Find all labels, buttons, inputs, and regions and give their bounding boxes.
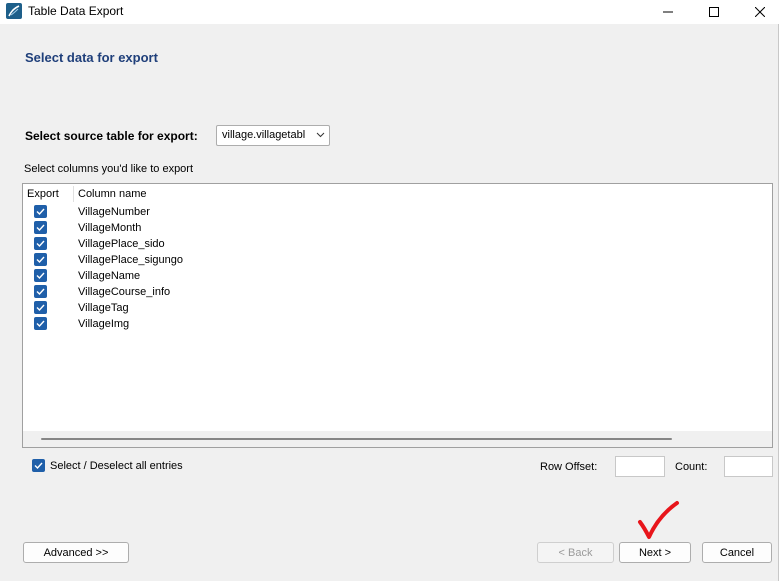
list-item: VillageMonth — [23, 220, 772, 236]
minimize-button[interactable] — [645, 0, 691, 24]
horizontal-scrollbar[interactable] — [23, 431, 772, 447]
checkmark-icon — [34, 462, 43, 470]
column-name: VillageImg — [78, 318, 130, 330]
column-name: VillagePlace_sigungo — [78, 254, 183, 266]
source-table-label: Select source table for export: — [25, 129, 198, 143]
list-item: VillagePlace_sido — [23, 236, 772, 252]
count-label: Count: — [675, 461, 708, 473]
cancel-button[interactable]: Cancel — [702, 542, 772, 563]
advanced-button[interactable]: Advanced >> — [23, 542, 129, 563]
column-name: VillageMonth — [78, 222, 142, 234]
list-header: Export Column name — [23, 184, 772, 204]
header-column-name[interactable]: Column name — [78, 188, 146, 200]
checkmark-icon — [36, 240, 45, 248]
columns-list[interactable]: Export Column name VillageNumber Village… — [22, 183, 773, 448]
count-input[interactable] — [724, 456, 773, 477]
list-item: VillageNumber — [23, 204, 772, 220]
header-separator — [73, 186, 74, 202]
checkmark-icon — [36, 208, 45, 216]
column-name: VillageTag — [78, 302, 129, 314]
export-checkbox[interactable] — [34, 317, 47, 330]
scrollbar-thumb[interactable] — [41, 438, 672, 440]
select-all-label[interactable]: Select / Deselect all entries — [50, 460, 183, 472]
column-name: VillageNumber — [78, 206, 150, 218]
checkmark-icon — [36, 272, 45, 280]
mysql-workbench-icon — [6, 3, 22, 19]
export-checkbox[interactable] — [34, 253, 47, 266]
list-item: VillageName — [23, 268, 772, 284]
close-icon — [755, 7, 765, 17]
checkmark-icon — [36, 304, 45, 312]
row-offset-input[interactable] — [615, 456, 665, 477]
maximize-button[interactable] — [691, 0, 737, 24]
column-name: VillageName — [78, 270, 141, 282]
export-checkbox[interactable] — [34, 237, 47, 250]
list-item: VillageTag — [23, 300, 772, 316]
list-item: VillagePlace_sigungo — [23, 252, 772, 268]
maximize-icon — [709, 7, 719, 17]
export-checkbox[interactable] — [34, 285, 47, 298]
header-export[interactable]: Export — [27, 188, 59, 200]
page-heading: Select data for export — [25, 50, 158, 65]
checkmark-icon — [36, 320, 45, 328]
checkmark-icon — [36, 224, 45, 232]
export-checkbox[interactable] — [34, 301, 47, 314]
next-button[interactable]: Next > — [619, 542, 691, 563]
checkmark-icon — [36, 256, 45, 264]
column-rows: VillageNumber VillageMonth VillagePlace_… — [23, 204, 772, 332]
export-checkbox[interactable] — [34, 205, 47, 218]
window-title: Table Data Export — [28, 4, 124, 18]
back-button[interactable]: < Back — [537, 542, 614, 563]
checkmark-icon — [36, 288, 45, 296]
select-all-checkbox[interactable] — [32, 459, 45, 472]
list-item: VillageImg — [23, 316, 772, 332]
minimize-icon — [663, 11, 673, 13]
source-table-value: village.villagetabl — [222, 129, 306, 141]
export-checkbox[interactable] — [34, 221, 47, 234]
source-table-select[interactable]: village.villagetabl — [216, 125, 330, 146]
close-button[interactable] — [737, 0, 783, 24]
column-name: VillagePlace_sido — [78, 238, 165, 250]
chevron-down-icon — [316, 132, 325, 138]
window-right-edge — [778, 24, 783, 581]
export-checkbox[interactable] — [34, 269, 47, 282]
title-bar: Table Data Export — [0, 0, 783, 24]
column-name: VillageCourse_info — [78, 286, 171, 298]
columns-label: Select columns you'd like to export — [24, 163, 194, 175]
row-offset-label: Row Offset: — [540, 461, 598, 473]
red-checkmark-icon — [638, 501, 679, 539]
list-item: VillageCourse_info — [23, 284, 772, 300]
